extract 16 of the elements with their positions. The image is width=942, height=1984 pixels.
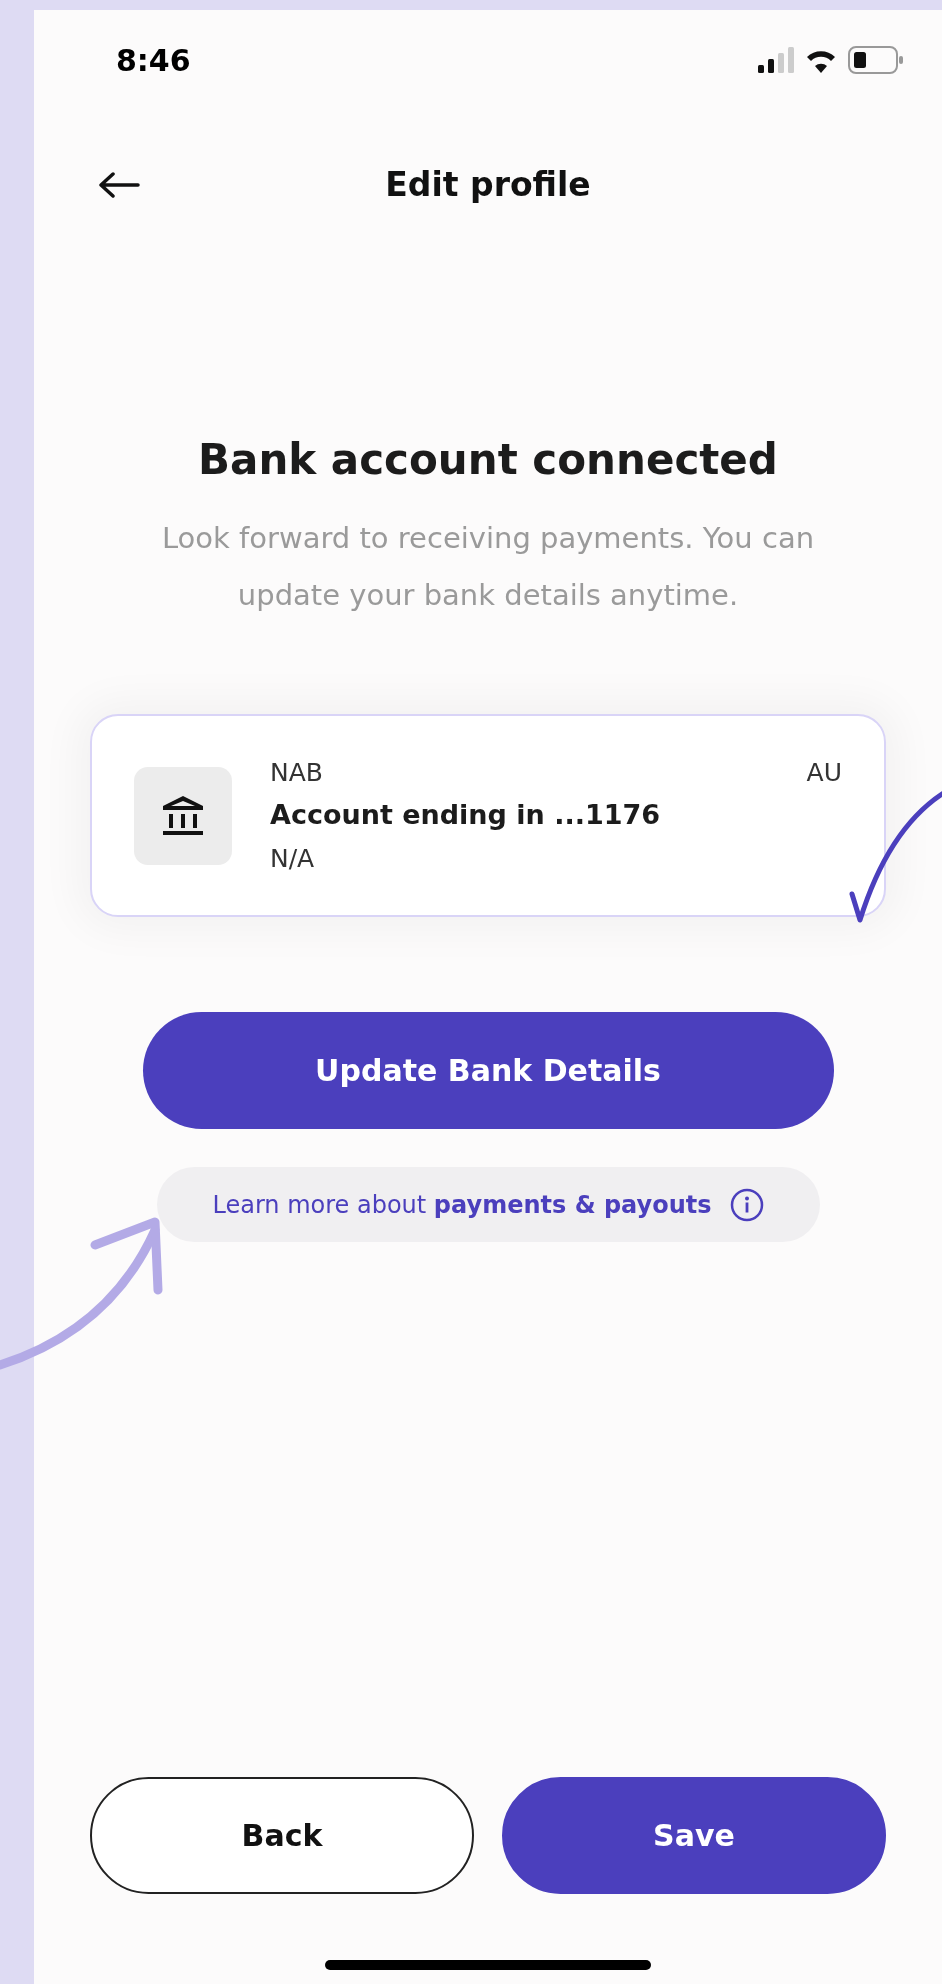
back-button[interactable]: Back bbox=[90, 1777, 474, 1894]
heading: Bank account connected bbox=[197, 434, 779, 486]
learn-more-text[interactable]: Learn more about payments & payouts bbox=[212, 1186, 712, 1223]
learn-more-link[interactable]: Learn more about payments & payouts bbox=[156, 1167, 820, 1242]
account-detail: N/A bbox=[270, 842, 316, 875]
info-icon[interactable] bbox=[729, 1187, 764, 1222]
battery-icon bbox=[848, 46, 904, 74]
status-time: 8:46 bbox=[116, 41, 191, 80]
country-code: AU bbox=[806, 756, 842, 789]
subtitle: Look forward to receiving payments. You can update your bank details anytime. bbox=[160, 520, 816, 614]
update-bank-details-button[interactable]: Update Bank Details bbox=[142, 1012, 834, 1129]
page-title: Edit profile bbox=[385, 164, 591, 207]
account-number: Account ending in ...1176 bbox=[270, 798, 662, 833]
bank-name: NAB bbox=[270, 756, 323, 789]
signal-icon bbox=[758, 47, 794, 73]
save-button[interactable]: Save bbox=[502, 1777, 886, 1894]
